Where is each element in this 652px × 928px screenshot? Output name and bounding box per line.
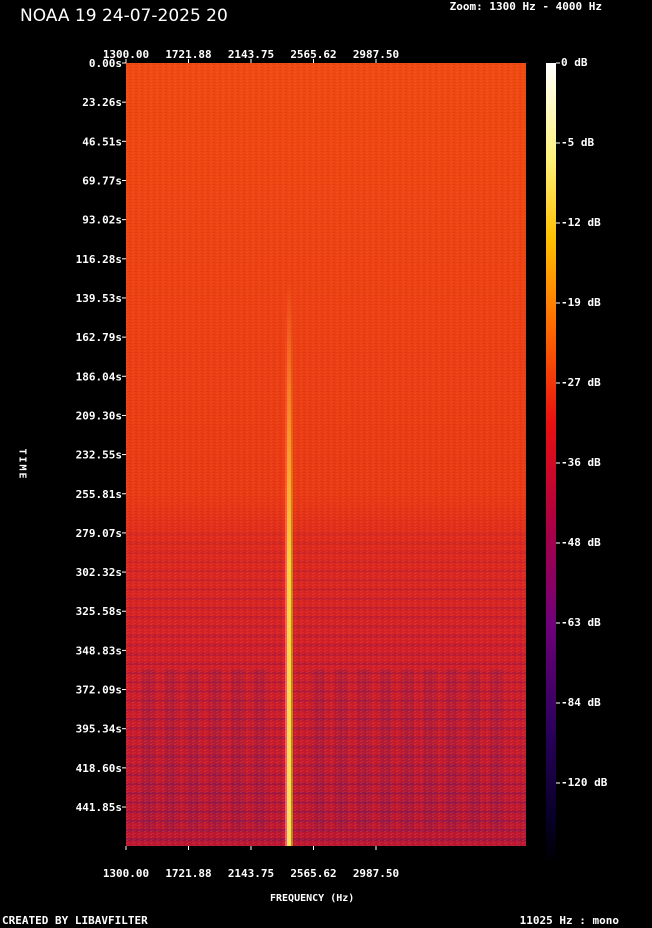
x-tick-label: 1721.88 <box>165 48 211 61</box>
y-tick-label: 46.51s <box>82 135 122 148</box>
y-tick-label: 441.85s <box>76 801 122 814</box>
y-tick-label: 93.02s <box>82 214 122 227</box>
x-tick-label: 2143.75 <box>228 867 274 880</box>
colorbar-ticks: 0 dB -5 dB -12 dB -19 dB -27 dB -36 dB -48 dB -… <box>556 56 608 789</box>
x-tick-label: 1721.88 <box>165 867 211 880</box>
y-axis-title: TIME <box>16 448 28 481</box>
y-ticks: 0.00s 23.26s 46.51s 69.77s 93.02s 116.28s 139.… <box>76 57 126 814</box>
y-tick-label: 395.34s <box>76 723 122 736</box>
footer-sample-rate: 11025 Hz : mono <box>519 914 619 927</box>
colorbar-tick-label: 0 dB <box>561 56 588 69</box>
x-tick-label: 1300.00 <box>103 867 149 880</box>
y-tick-label: 116.28s <box>76 253 122 266</box>
y-tick-label: 162.79s <box>76 331 122 344</box>
x-axis-title: FREQUENCY (Hz) <box>270 893 355 904</box>
colorbar-tick-label: -48 dB <box>561 536 601 549</box>
y-tick-label: 372.09s <box>76 684 122 697</box>
colorbar-tick-label: -12 dB <box>561 216 601 229</box>
colorbar-tick-label: -120 dB <box>561 776 608 789</box>
colorbar-tick-label: -5 dB <box>561 136 594 149</box>
colorbar-tick-label: -36 dB <box>561 456 601 469</box>
x-ticks-bottom: 1300.00 1721.88 2143.75 2565.62 2987.50 <box>103 846 399 880</box>
y-tick-label: 255.81s <box>76 488 122 501</box>
colorbar-tick-label: -63 dB <box>561 616 601 629</box>
colorbar-tick-label: -27 dB <box>561 376 601 389</box>
carrier-signal <box>286 281 291 847</box>
y-tick-label: 418.60s <box>76 762 122 775</box>
spectrogram-plot-area <box>126 63 526 847</box>
y-tick-label: 325.58s <box>76 605 122 618</box>
x-ticks-top: 1300.00 1721.88 2143.75 2565.62 2987.50 <box>103 48 399 63</box>
y-tick-label: 209.30s <box>76 409 122 422</box>
y-tick-label: 348.83s <box>76 644 122 657</box>
y-tick-label: 279.07s <box>76 527 122 540</box>
y-tick-label: 302.32s <box>76 566 122 579</box>
y-tick-label: 232.55s <box>76 449 122 462</box>
y-tick-label: 0.00s <box>89 57 122 70</box>
y-tick-label: 23.26s <box>82 96 122 109</box>
spectrogram-chart: 1300.00 1721.88 2143.75 2565.62 2987.50 1300… <box>76 48 608 880</box>
colorbar <box>546 63 556 863</box>
x-tick-label: 2565.62 <box>290 48 336 61</box>
x-tick-label: 2987.50 <box>353 48 399 61</box>
footer-credit: CREATED BY LIBAVFILTER <box>2 914 148 927</box>
colorbar-tick-label: -84 dB <box>561 696 601 709</box>
x-tick-label: 2987.50 <box>353 867 399 880</box>
y-tick-label: 69.77s <box>82 174 122 187</box>
y-tick-label: 139.53s <box>76 292 122 305</box>
x-tick-label: 2565.62 <box>290 867 336 880</box>
x-tick-label: 2143.75 <box>228 48 274 61</box>
colorbar-tick-label: -19 dB <box>561 296 601 309</box>
y-tick-label: 186.04s <box>76 370 122 383</box>
spectrogram-noise <box>126 63 526 846</box>
